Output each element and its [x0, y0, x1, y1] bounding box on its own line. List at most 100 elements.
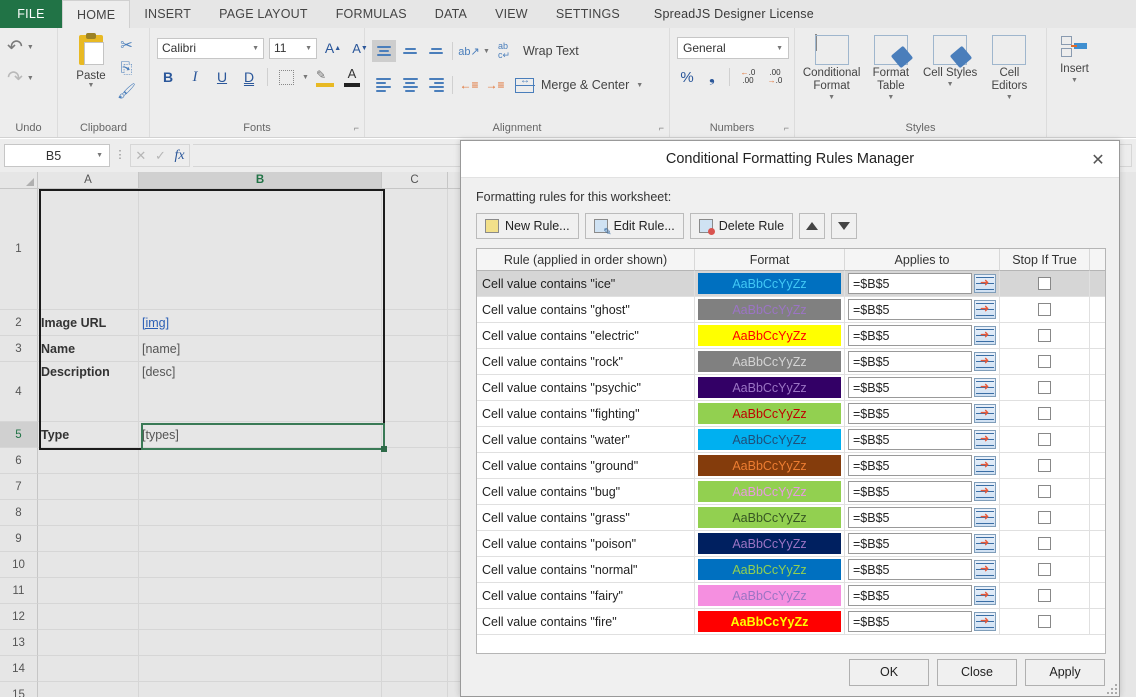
applies-to-input[interactable]: =$B$5 [848, 351, 972, 372]
align-center-button[interactable] [398, 74, 422, 96]
tab-insert[interactable]: INSERT [130, 0, 205, 28]
cell-a13[interactable] [38, 630, 139, 656]
row-header-15[interactable]: 15 [0, 682, 38, 697]
applies-to-input[interactable]: =$B$5 [848, 299, 972, 320]
chevron-down-icon[interactable]: ▼ [27, 44, 34, 51]
rule-row[interactable]: Cell value contains "ice" AaBbCcYyZz =$B$5… [477, 271, 1105, 297]
cancel-formula-icon[interactable]: ✕ [135, 148, 146, 164]
new-rule-button[interactable]: New Rule... [476, 213, 579, 239]
insert-function-icon[interactable]: fx [175, 148, 185, 164]
cell-a7[interactable] [38, 474, 139, 500]
row-header-11[interactable]: 11 [0, 578, 38, 604]
align-bottom-button[interactable] [424, 40, 448, 62]
cell-b6[interactable] [139, 448, 382, 474]
formula-bar-menu-icon[interactable]: ⋮ [110, 150, 130, 161]
redo-button[interactable]: ↷ ▼ [7, 69, 34, 88]
rule-row[interactable]: Cell value contains "water" AaBbCcYyZz =$B… [477, 427, 1105, 453]
tab-formulas[interactable]: FORMULAS [322, 0, 421, 28]
tab-file[interactable]: FILE [0, 0, 62, 28]
stop-if-true-checkbox[interactable] [1038, 511, 1051, 524]
row-header-10[interactable]: 10 [0, 552, 38, 578]
chevron-down-icon[interactable]: ▼ [1006, 94, 1013, 101]
stop-if-true-checkbox[interactable] [1038, 407, 1051, 420]
applies-to-input[interactable]: =$B$5 [848, 325, 972, 346]
insert-cells-button[interactable]: Insert ▼ [1054, 32, 1095, 137]
align-top-button[interactable] [372, 40, 396, 62]
stop-if-true-checkbox[interactable] [1038, 563, 1051, 576]
rule-row[interactable]: Cell value contains "fire" AaBbCcYyZz =$B$… [477, 609, 1105, 635]
range-selector-icon[interactable]: ➜ [974, 612, 996, 631]
bold-button[interactable]: B [157, 66, 179, 88]
cell-a3[interactable]: Name [38, 336, 139, 362]
wrap-text-button[interactable]: ab c↵ Wrap Text [492, 38, 585, 64]
cell-b1[interactable] [139, 189, 382, 310]
cell-b10[interactable] [139, 552, 382, 578]
stop-if-true-checkbox[interactable] [1038, 485, 1051, 498]
grow-font-button[interactable]: A ▲ [322, 37, 344, 59]
copy-icon[interactable]: ⎘ [121, 59, 133, 79]
font-name-select[interactable]: Calibri ▼ [157, 37, 264, 59]
row-header-2[interactable]: 2 [0, 310, 38, 336]
cell-b15[interactable] [139, 682, 382, 697]
cell-a2[interactable]: Image URL [38, 310, 139, 336]
stop-if-true-checkbox[interactable] [1038, 355, 1051, 368]
cell-c1[interactable] [382, 189, 448, 310]
applies-to-input[interactable]: =$B$5 [848, 507, 972, 528]
stop-if-true-checkbox[interactable] [1038, 615, 1051, 628]
cell-b3[interactable]: [name] [139, 336, 382, 362]
rule-row[interactable]: Cell value contains "bug" AaBbCcYyZz =$B$5… [477, 479, 1105, 505]
merge-center-button[interactable]: Merge & Center ▼ [509, 72, 649, 98]
cell-c9[interactable] [382, 526, 448, 552]
format-painter-icon[interactable]: 🖌 [117, 82, 136, 102]
cell-c4[interactable] [382, 362, 448, 422]
row-header-7[interactable]: 7 [0, 474, 38, 500]
undo-button[interactable]: ↶ ▼ [7, 38, 34, 57]
row-header-13[interactable]: 13 [0, 630, 38, 656]
cell-a15[interactable] [38, 682, 139, 697]
applies-to-input[interactable]: =$B$5 [848, 455, 972, 476]
range-selector-icon[interactable]: ➜ [974, 430, 996, 449]
cell-a14[interactable] [38, 656, 139, 682]
rule-row[interactable]: Cell value contains "poison" AaBbCcYyZz =$… [477, 531, 1105, 557]
double-underline-button[interactable]: D [238, 66, 260, 88]
chevron-down-icon[interactable]: ▼ [96, 152, 103, 159]
tab-view[interactable]: VIEW [481, 0, 542, 28]
cell-b2[interactable]: [img] [139, 310, 382, 336]
cell-c13[interactable] [382, 630, 448, 656]
applies-to-input[interactable]: =$B$5 [848, 481, 972, 502]
range-selector-icon[interactable]: ➜ [974, 508, 996, 527]
column-header-a[interactable]: A [38, 172, 139, 189]
range-selector-icon[interactable]: ➜ [974, 326, 996, 345]
tab-settings[interactable]: SETTINGS [542, 0, 634, 28]
stop-if-true-checkbox[interactable] [1038, 537, 1051, 550]
cell-c2[interactable] [382, 310, 448, 336]
column-header-c[interactable]: C [382, 172, 448, 189]
tab-home[interactable]: HOME [62, 0, 131, 28]
move-rule-down-button[interactable] [831, 213, 858, 239]
applies-to-input[interactable]: =$B$5 [848, 273, 972, 294]
fill-color-button[interactable]: ✎ [314, 66, 336, 88]
chevron-down-icon[interactable]: ▼ [88, 82, 95, 89]
cell-c10[interactable] [382, 552, 448, 578]
numbers-dialog-launcher[interactable]: ⌐ [784, 123, 789, 133]
range-selector-icon[interactable]: ➜ [974, 300, 996, 319]
range-selector-icon[interactable]: ➜ [974, 534, 996, 553]
rule-row[interactable]: Cell value contains "electric" AaBbCcYyZz… [477, 323, 1105, 349]
rule-row[interactable]: Cell value contains "ground" AaBbCcYyZz =$… [477, 453, 1105, 479]
align-left-button[interactable] [372, 74, 396, 96]
font-size-select[interactable]: 11 ▼ [269, 37, 317, 59]
rule-row[interactable]: Cell value contains "fairy" AaBbCcYyZz =$B… [477, 583, 1105, 609]
cell-a6[interactable] [38, 448, 139, 474]
applies-to-input[interactable]: =$B$5 [848, 429, 972, 450]
number-format-select[interactable]: General ▼ [677, 37, 789, 59]
rule-row[interactable]: Cell value contains "psychic" AaBbCcYyZz =… [477, 375, 1105, 401]
row-header-1[interactable]: 1 [0, 189, 38, 310]
cell-b13[interactable] [139, 630, 382, 656]
range-selector-icon[interactable]: ➜ [974, 352, 996, 371]
tab-data[interactable]: DATA [421, 0, 481, 28]
rule-row[interactable]: Cell value contains "fighting" AaBbCcYyZz… [477, 401, 1105, 427]
rule-row[interactable]: Cell value contains "grass" AaBbCcYyZz =$B… [477, 505, 1105, 531]
cell-c5[interactable] [382, 422, 448, 448]
delete-rule-button[interactable]: Delete Rule [689, 213, 794, 239]
row-header-6[interactable]: 6 [0, 448, 38, 474]
